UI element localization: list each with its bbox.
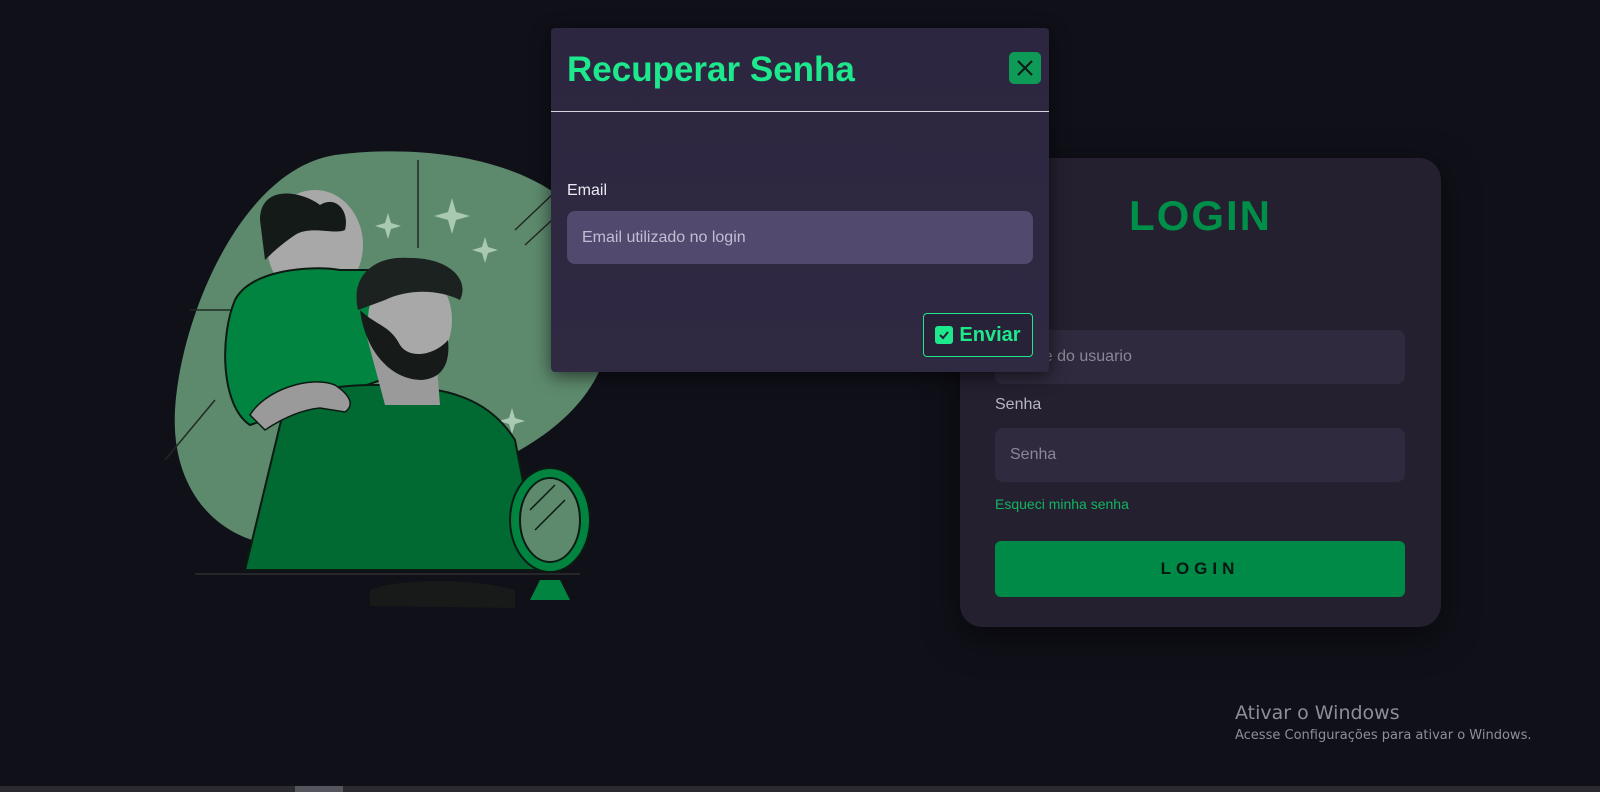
close-button[interactable] (1009, 52, 1041, 84)
forgot-password-link[interactable]: Esqueci minha senha (995, 496, 1129, 512)
close-icon (1017, 60, 1033, 76)
horizontal-scrollbar[interactable] (0, 786, 1600, 792)
modal-header: Recuperar Senha (551, 28, 1049, 112)
watermark-title: Ativar o Windows (1235, 702, 1400, 724)
username-input[interactable] (995, 330, 1405, 384)
scrollbar-thumb[interactable] (295, 786, 343, 792)
modal-title: Recuperar Senha (567, 50, 855, 89)
login-button[interactable]: LOGIN (995, 541, 1405, 597)
recover-password-modal: Recuperar Senha Email Enviar (551, 28, 1049, 372)
watermark-subtitle: Acesse Configurações para ativar o Windo… (1235, 728, 1532, 743)
check-square-icon (935, 326, 954, 344)
password-label: Senha (995, 396, 1042, 413)
send-button[interactable]: Enviar (923, 313, 1033, 357)
email-label: Email (567, 182, 608, 199)
send-button-label: Enviar (959, 323, 1021, 346)
windows-activation-watermark: Ativar o Windows Acesse Configurações pa… (1235, 702, 1531, 743)
password-input[interactable] (995, 428, 1405, 482)
email-input[interactable] (567, 211, 1033, 264)
